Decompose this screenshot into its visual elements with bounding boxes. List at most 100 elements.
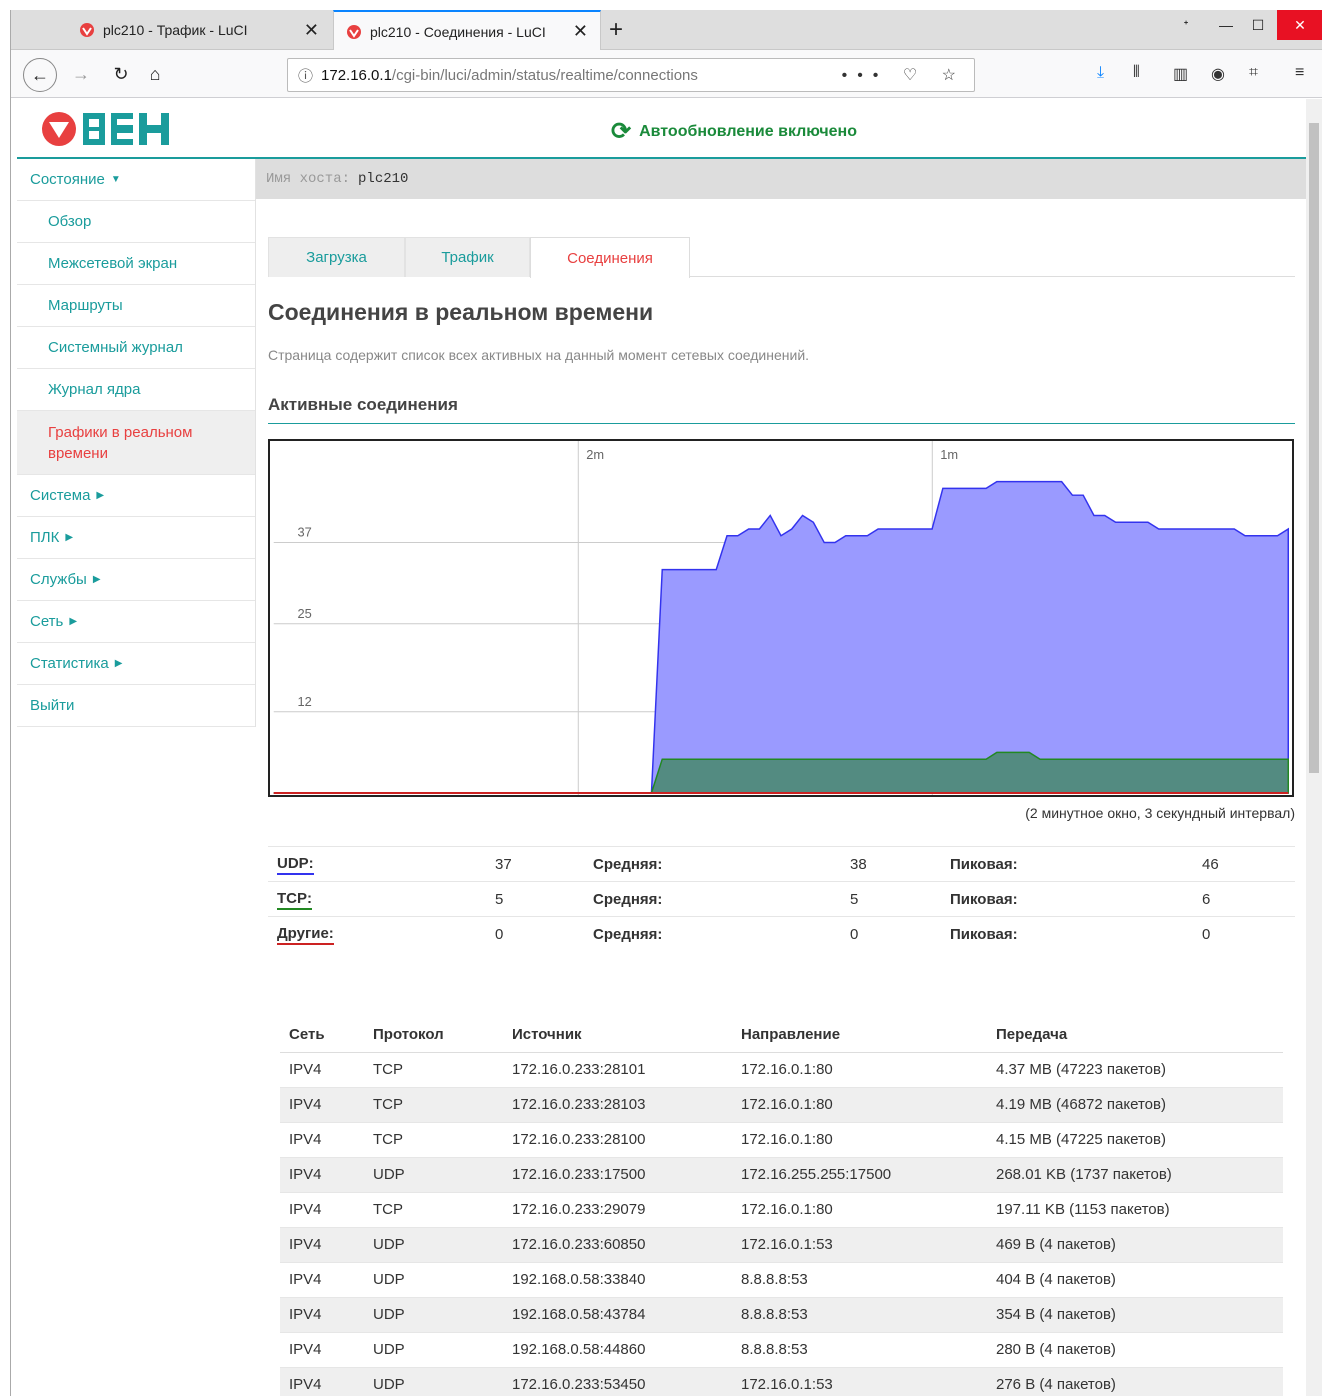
luci-page: ⟳ Автообновление включено Состояние ▼ Обз… xyxy=(17,99,1307,1396)
col-source: Источник xyxy=(503,1017,732,1053)
tcp-label: TCP: xyxy=(277,891,312,910)
table-cell: IPV4 xyxy=(280,1121,364,1157)
close-window-icon[interactable]: ✕ xyxy=(1277,10,1322,40)
oven-logo[interactable] xyxy=(41,111,191,147)
window-note: (2 минутное окно, 3 секундный интервал) xyxy=(1025,805,1295,821)
sidebar-toggle-icon[interactable]: ▥ xyxy=(1173,64,1188,84)
sidebar-item-status[interactable]: Состояние ▼ xyxy=(17,159,255,201)
sidebar-item-network[interactable]: Сеть ▶ xyxy=(17,601,255,643)
scrollbar-thumb[interactable] xyxy=(1309,123,1319,773)
sidebar-item-services[interactable]: Службы ▶ xyxy=(17,559,255,601)
screenshot-icon[interactable]: ⌗ xyxy=(1249,64,1258,82)
table-cell: UDP xyxy=(364,1296,503,1332)
udp-avg: 38 xyxy=(850,856,867,873)
other-label: Другие: xyxy=(277,926,334,945)
menu-hamburger-icon[interactable]: ≡ xyxy=(1295,64,1304,82)
table-row: IPV4 UDP 172.16.0.233:53450 172.16.0.1:53 27… xyxy=(280,1366,1283,1396)
url-bar[interactable]: ⓘ 172.16.0.1/cgi-bin/luci/admin/status/r… xyxy=(287,58,975,92)
table-header-row: Сеть Протокол Источник Направление Перед… xyxy=(280,1017,1283,1053)
library-icon[interactable]: ⫴ xyxy=(1133,64,1140,82)
x-label-2m: 2m xyxy=(586,447,604,462)
other-current: 0 xyxy=(495,926,504,943)
autorefresh-toggle[interactable]: ⟳ Автообновление включено xyxy=(611,117,857,146)
reload-icon[interactable]: ↻ xyxy=(107,60,135,88)
table-cell: IPV4 xyxy=(280,1191,364,1227)
udp-peak: 46 xyxy=(1202,856,1219,873)
page-description: Страница содержит список всех активных н… xyxy=(268,347,810,363)
tab-connections[interactable]: Соединения xyxy=(530,237,690,278)
table-cell: 172.16.0.233:60850 xyxy=(503,1226,732,1262)
account-icon[interactable]: ◉ xyxy=(1211,64,1225,84)
table-cell: UDP xyxy=(364,1156,503,1192)
home-icon[interactable]: ⌂ xyxy=(141,60,169,88)
site-info-icon[interactable]: ⓘ xyxy=(298,65,313,86)
tcp-avg: 5 xyxy=(850,891,859,908)
url-path: /cgi-bin/luci/admin/status/realtime/conn… xyxy=(391,66,698,84)
table-row: IPV4 TCP 172.16.0.233:28103 172.16.0.1:80 4.… xyxy=(280,1086,1283,1122)
bookmark-star-icon[interactable]: ☆ xyxy=(942,67,966,84)
section-heading: Активные соединения xyxy=(268,395,1295,424)
close-tab-icon[interactable]: ✕ xyxy=(304,20,319,41)
sidebar-item-label: Межсетевой экран xyxy=(48,255,178,272)
browser-window: plc210 - Трафик - LuCI ✕ plc210 - Соедин… xyxy=(10,10,1322,1396)
connections-chart: 2m 1m 12 25 37 xyxy=(268,439,1294,797)
table-cell: 197.11 KB (1153 пакетов) xyxy=(987,1191,1283,1227)
sidebar-item-logout[interactable]: Выйти xyxy=(17,685,255,727)
sidebar-item-label: Система xyxy=(30,487,91,504)
series-area-udp xyxy=(273,480,1290,794)
col-network: Сеть xyxy=(280,1017,364,1053)
table-cell: UDP xyxy=(364,1261,503,1297)
browser-tab-connections[interactable]: plc210 - Соединения - LuCI ✕ xyxy=(333,10,601,51)
sidebar-item-overview[interactable]: Обзор xyxy=(17,201,255,243)
close-tab-icon[interactable]: ✕ xyxy=(573,21,588,42)
sidebar-item-realtime-graphs[interactable]: Графики в реальном времени xyxy=(17,411,255,475)
hostname-label: Имя хоста: xyxy=(266,171,351,187)
table-cell: 172.16.0.233:29079 xyxy=(503,1191,732,1227)
back-arrow-icon[interactable]: ← xyxy=(23,58,57,92)
caret-right-icon: ▶ xyxy=(96,490,105,501)
series-group xyxy=(273,480,1290,795)
table-cell: 8.8.8.8:53 xyxy=(732,1296,987,1332)
vertical-scrollbar[interactable] xyxy=(1306,99,1322,1396)
table-cell: 4.37 MB (47223 пакетов) xyxy=(987,1051,1283,1087)
sidebar-item-routes[interactable]: Маршруты xyxy=(17,285,255,327)
udp-label: UDP: xyxy=(277,856,314,875)
other-avg-label: Средняя: xyxy=(593,926,663,943)
table-cell: UDP xyxy=(364,1331,503,1367)
other-peak-label: Пиковая: xyxy=(950,926,1018,943)
table-cell: IPV4 xyxy=(280,1051,364,1087)
col-destination: Направление xyxy=(732,1017,987,1053)
sidebar-item-syslog[interactable]: Системный журнал xyxy=(17,327,255,369)
navigation-bar: ← → ↻ ⌂ ⓘ 172.16.0.1/cgi-bin/luci/admin/… xyxy=(11,50,1322,98)
pocket-icon[interactable]: ♡ xyxy=(903,67,927,84)
stats-row-tcp: TCP: 5 Средняя: 5 Пиковая: 6 xyxy=(268,881,1295,916)
caret-right-icon: ▶ xyxy=(114,658,123,669)
tcp-peak-label: Пиковая: xyxy=(950,891,1018,908)
page-actions-icon[interactable]: ••• xyxy=(842,67,889,84)
restore-tabs-icon[interactable]: ᐩ xyxy=(1167,10,1205,40)
sidebar-item-kernel-log[interactable]: Журнал ядра xyxy=(17,369,255,411)
table-cell: TCP xyxy=(364,1121,503,1157)
browser-tab-traffic[interactable]: plc210 - Трафик - LuCI ✕ xyxy=(67,10,331,50)
udp-current: 37 xyxy=(495,856,512,873)
table-cell: 172.16.0.1:53 xyxy=(732,1366,987,1396)
sidebar-item-firewall[interactable]: Межсетевой экран xyxy=(17,243,255,285)
sidebar-item-system[interactable]: Система ▶ xyxy=(17,475,255,517)
sidebar-item-label: Графики в реальном времени xyxy=(48,423,193,462)
sidebar-item-plc[interactable]: ПЛК ▶ xyxy=(17,517,255,559)
sidebar-item-statistics[interactable]: Статистика ▶ xyxy=(17,643,255,685)
maximize-window-icon[interactable]: ☐ xyxy=(1239,10,1277,40)
downloads-icon[interactable]: ⤓ xyxy=(1097,64,1104,82)
forward-arrow-icon[interactable]: → xyxy=(67,60,95,88)
connections-table: Сеть Протокол Источник Направление Перед… xyxy=(280,1017,1283,1396)
x-label-1m: 1m xyxy=(940,447,958,462)
tab-traffic[interactable]: Трафик xyxy=(405,237,530,277)
table-cell: 354 B (4 пакетов) xyxy=(987,1296,1283,1332)
caret-down-icon: ▼ xyxy=(110,174,121,185)
sidebar-menu: Состояние ▼ Обзор Межсетевой экран Маршру… xyxy=(17,159,256,727)
tab-load[interactable]: Загрузка xyxy=(268,237,405,277)
refresh-icon: ⟳ xyxy=(611,118,632,145)
new-tab-plus-icon[interactable]: + xyxy=(609,16,623,44)
sidebar-item-label: Маршруты xyxy=(48,297,123,314)
stats-table: UDP: 37 Средняя: 38 Пиковая: 46 TCP: 5 С… xyxy=(268,846,1295,951)
